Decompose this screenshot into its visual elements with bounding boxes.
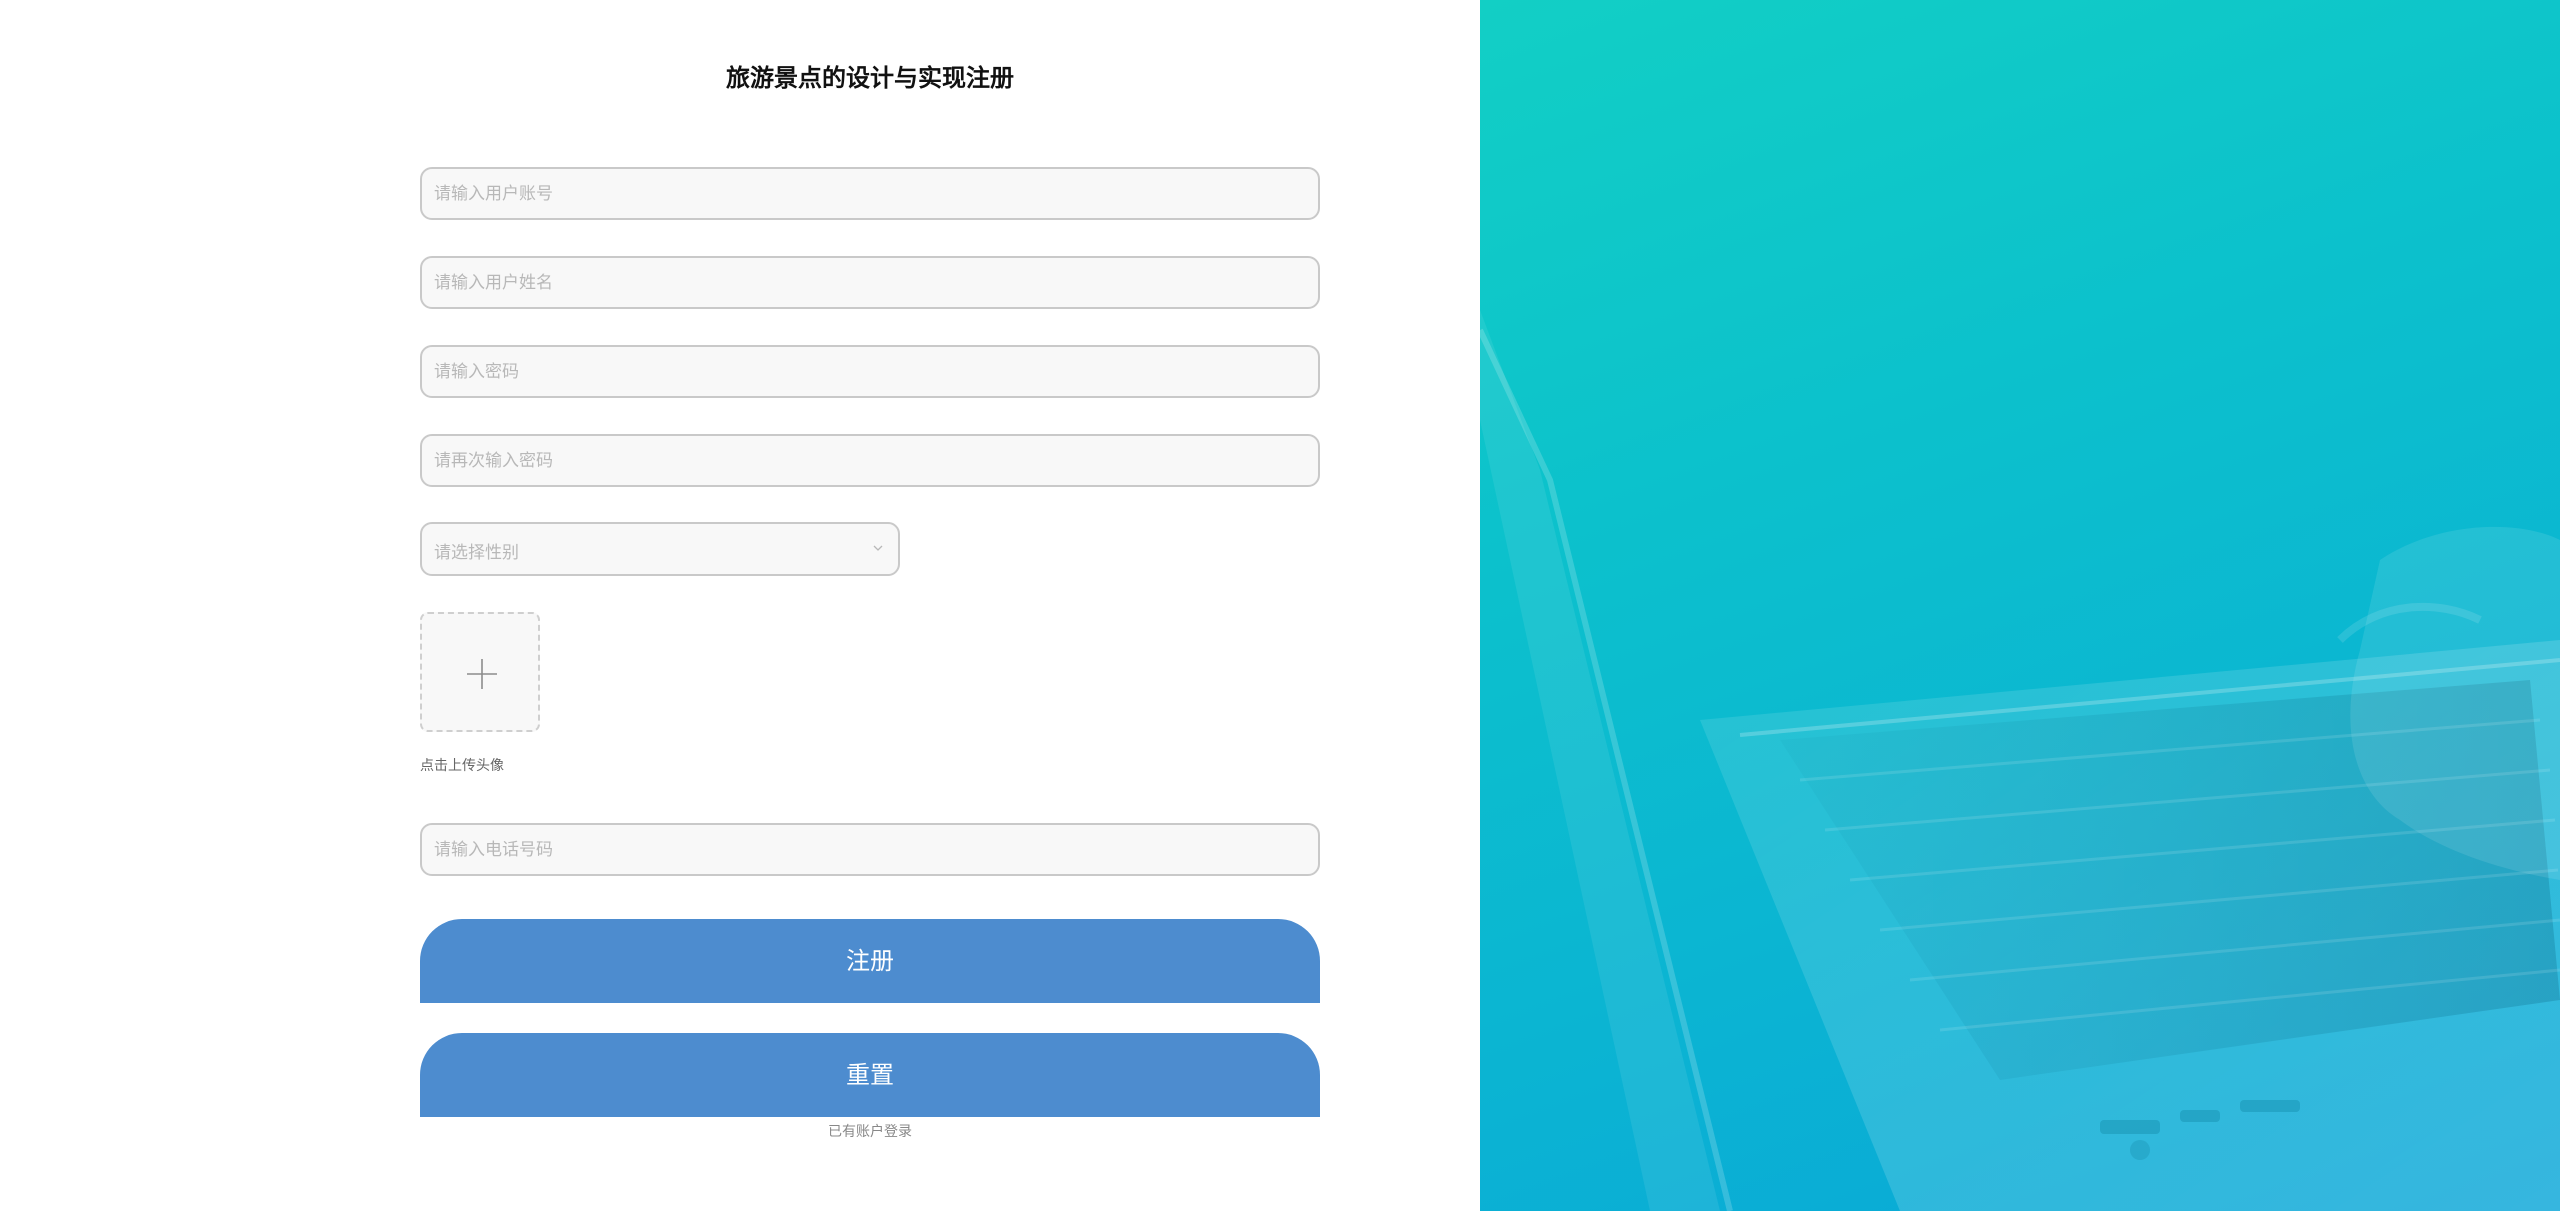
phone-input[interactable] — [420, 823, 1320, 876]
upload-avatar-label: 点击上传头像 — [420, 758, 504, 774]
register-page: 旅游景点的设计与实现注册 请选择性别 点击上传头像 注册 重置 已有账户登录 — [0, 0, 2560, 1211]
login-link[interactable]: 已有账户登录 — [420, 1121, 1320, 1141]
plus-icon — [467, 659, 497, 689]
password-input[interactable] — [420, 345, 1320, 398]
chevron-down-icon — [873, 545, 883, 551]
gender-select-placeholder: 请选择性别 — [434, 543, 519, 563]
register-button[interactable]: 注册 — [420, 919, 1320, 1003]
name-input[interactable] — [420, 256, 1320, 309]
register-form-panel: 旅游景点的设计与实现注册 请选择性别 点击上传头像 注册 重置 已有账户登录 — [0, 0, 1480, 1211]
laptop-illustration — [1480, 310, 2560, 1211]
page-title: 旅游景点的设计与实现注册 — [726, 64, 1014, 92]
account-input[interactable] — [420, 167, 1320, 220]
avatar-upload-box[interactable] — [420, 612, 540, 732]
decorative-background-panel — [1480, 0, 2560, 1211]
reset-button[interactable]: 重置 — [420, 1033, 1320, 1117]
confirm-password-input[interactable] — [420, 434, 1320, 487]
gender-select[interactable]: 请选择性别 — [420, 522, 900, 576]
